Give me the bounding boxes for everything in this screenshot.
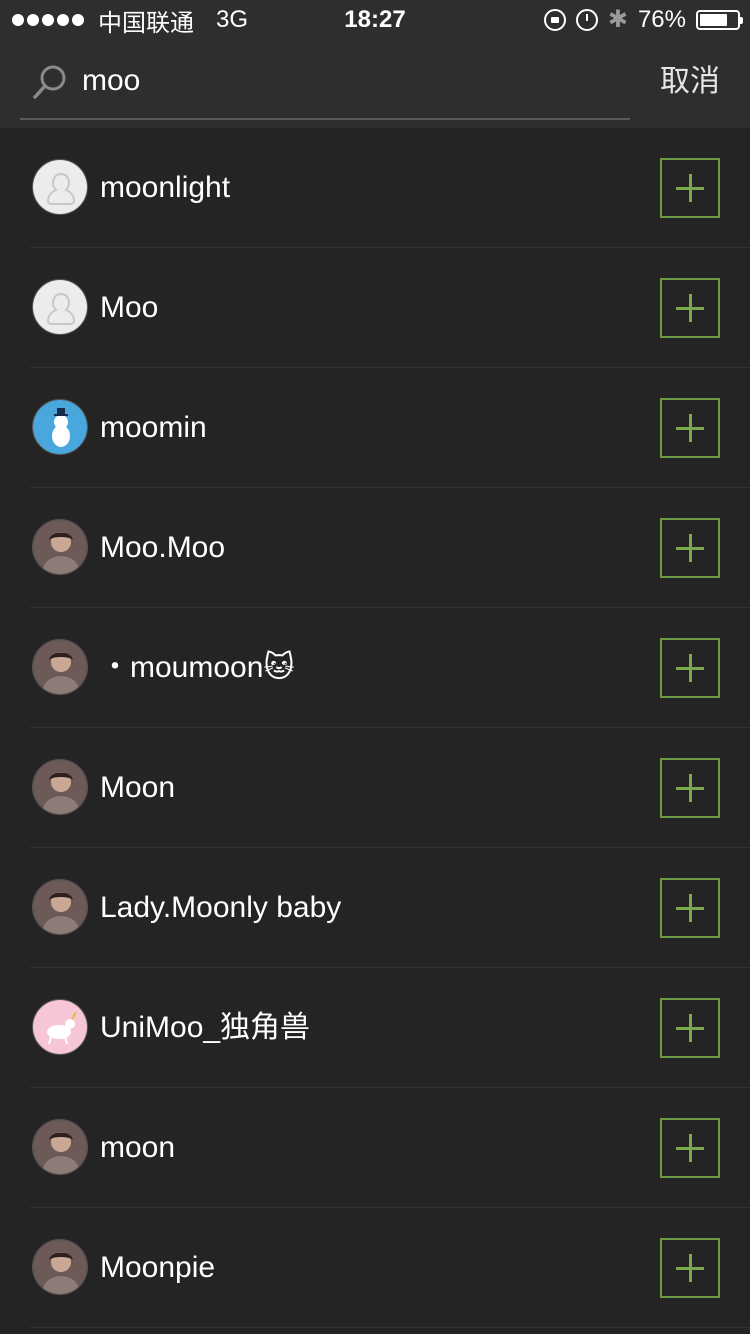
result-row[interactable]: Moonpie	[0, 1208, 750, 1328]
rotation-lock-icon	[543, 9, 566, 31]
cancel-button[interactable]: 取消	[660, 62, 720, 102]
avatar[interactable]	[32, 999, 88, 1055]
battery-percent: 76%	[637, 6, 686, 33]
add-friend-button[interactable]	[660, 398, 720, 458]
result-row[interactable]: Moon	[0, 728, 750, 848]
search-results-list: moonlight Moo moomin Moo.Moo ・moumoon🐱 Moon La…	[0, 128, 750, 1328]
add-friend-button[interactable]	[660, 758, 720, 818]
add-friend-button[interactable]	[660, 278, 720, 338]
result-name: moon	[100, 1131, 176, 1164]
avatar[interactable]	[32, 879, 88, 935]
carrier-name: 中国联通	[98, 8, 194, 37]
avatar[interactable]	[32, 399, 88, 455]
result-row[interactable]: Moo	[0, 248, 750, 368]
signal-strength-icon	[12, 14, 84, 26]
avatar[interactable]	[32, 1239, 88, 1295]
search-header: 取消	[0, 40, 750, 128]
result-row[interactable]: moomin	[0, 368, 750, 488]
add-friend-button[interactable]	[660, 638, 720, 698]
add-friend-button[interactable]	[660, 1238, 720, 1298]
add-friend-button[interactable]	[660, 998, 720, 1058]
result-row[interactable]: ・moumoon🐱	[0, 608, 750, 728]
add-friend-button[interactable]	[660, 158, 720, 218]
status-right: ✱ 76%	[543, 0, 743, 40]
add-friend-button[interactable]	[660, 878, 720, 938]
avatar[interactable]	[32, 1119, 88, 1175]
avatar[interactable]	[32, 519, 88, 575]
search-box[interactable]	[20, 40, 630, 120]
result-name: UniMoo_独角兽	[100, 1011, 311, 1044]
result-row[interactable]: UniMoo_独角兽	[0, 968, 750, 1088]
result-name: moonlight	[100, 171, 231, 204]
result-name: Moonpie	[100, 1251, 216, 1284]
battery-level-fill	[700, 14, 728, 26]
result-name: ・moumoon🐱	[100, 651, 295, 684]
result-row[interactable]: moon	[0, 1088, 750, 1208]
result-name: Moo.Moo	[100, 531, 226, 564]
result-name: moomin	[100, 411, 207, 444]
avatar[interactable]	[32, 759, 88, 815]
bluetooth-icon: ✱	[607, 6, 628, 33]
search-icon	[33, 65, 66, 99]
add-friend-button[interactable]	[660, 518, 720, 578]
result-name: Lady.Moonly baby	[100, 891, 342, 924]
status-bar: 中国联通 3G 18:27 ✱ 76%	[0, 0, 750, 40]
result-row[interactable]: moonlight	[0, 128, 750, 248]
network-type: 3G	[216, 6, 249, 33]
battery-icon	[696, 10, 743, 30]
result-row[interactable]: Lady.Moonly baby	[0, 848, 750, 968]
row-divider	[30, 1327, 750, 1328]
search-input[interactable]	[82, 56, 602, 106]
result-row[interactable]: Moo.Moo	[0, 488, 750, 608]
default-avatar-icon[interactable]	[32, 159, 88, 215]
status-left: 中国联通 3G	[12, 0, 248, 40]
avatar[interactable]	[32, 639, 88, 695]
result-name: Moo	[100, 291, 159, 324]
alarm-icon	[575, 9, 598, 31]
result-name: Moon	[100, 771, 176, 804]
default-avatar-icon[interactable]	[32, 279, 88, 335]
add-friend-button[interactable]	[660, 1118, 720, 1178]
